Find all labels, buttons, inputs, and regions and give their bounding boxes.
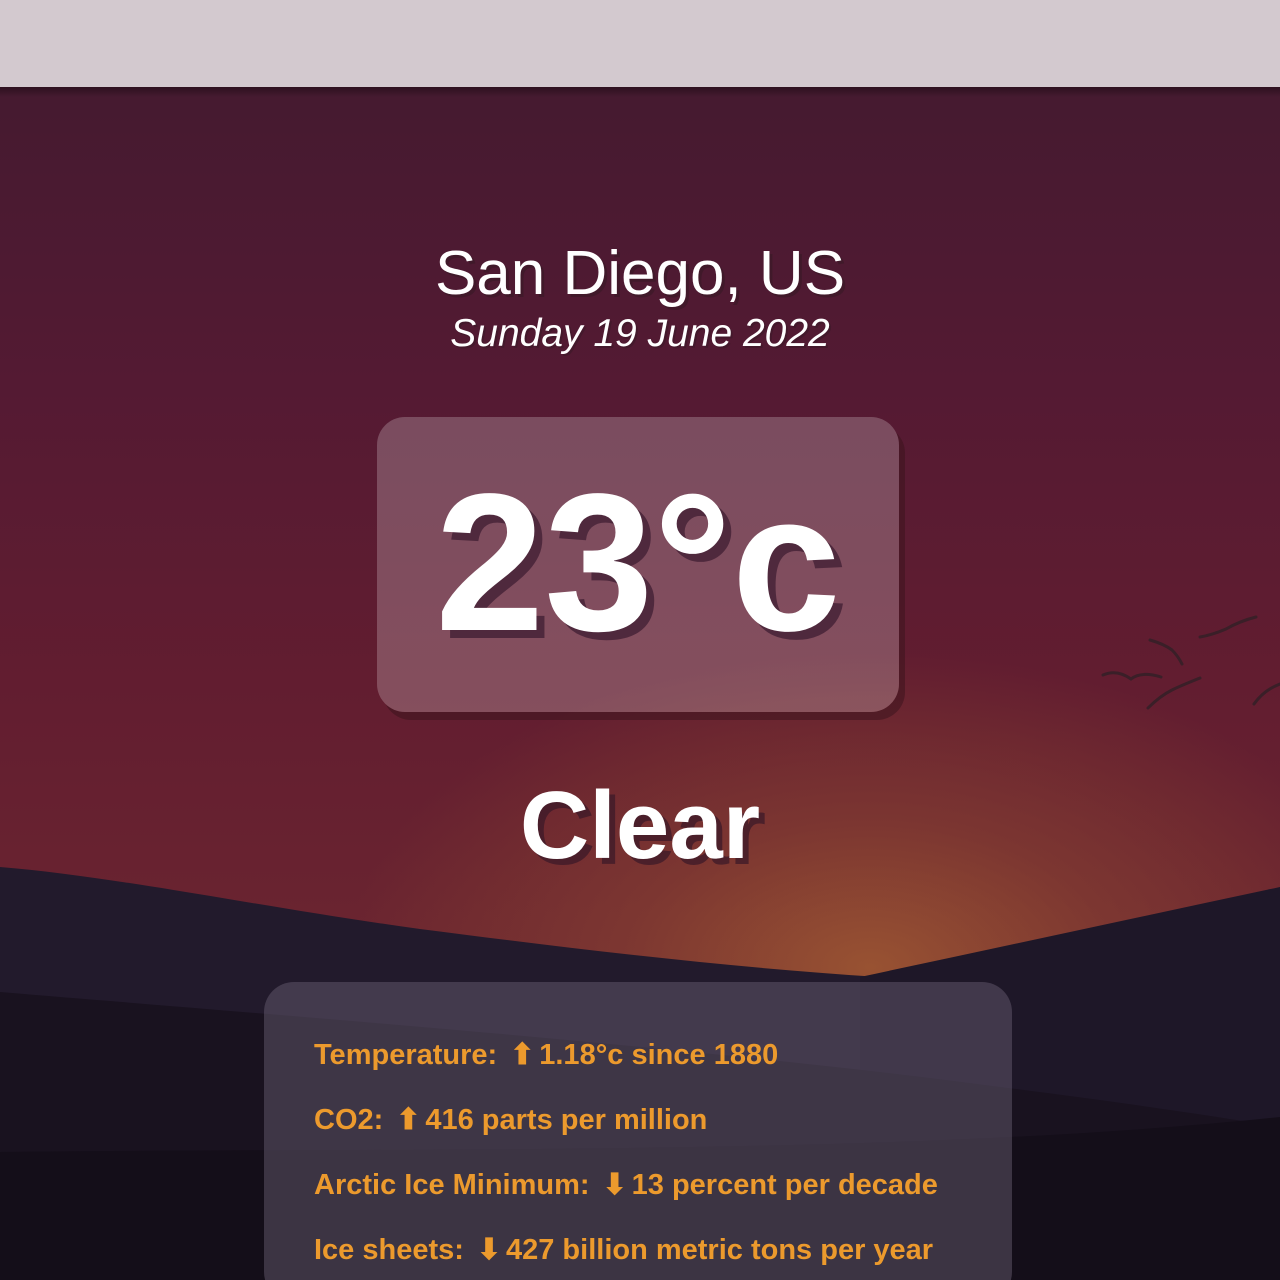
arrow-up-icon: ⬆ bbox=[510, 1039, 535, 1071]
stat-label: Arctic Ice Minimum: bbox=[314, 1169, 590, 1201]
current-date: Sunday 19 June 2022 bbox=[450, 312, 830, 355]
stat-temperature: Temperature: ⬆ 1.18°c since 1880 bbox=[314, 1038, 778, 1072]
stat-arctic-ice: Arctic Ice Minimum: ⬇ 13 percent per deca… bbox=[314, 1168, 938, 1202]
bird-1 bbox=[1101, 671, 1163, 681]
birds bbox=[1101, 615, 1280, 710]
stat-value: 416 parts per million bbox=[425, 1104, 708, 1136]
top-bar bbox=[0, 0, 1280, 87]
bird-3 bbox=[1148, 638, 1184, 666]
stat-label: CO2: bbox=[314, 1104, 384, 1136]
arrow-down-icon: ⬇ bbox=[602, 1169, 627, 1201]
stat-co2: CO2: ⬆ 416 parts per million bbox=[314, 1103, 707, 1137]
bird-5 bbox=[1252, 682, 1280, 706]
stat-value: 1.18°c since 1880 bbox=[539, 1039, 779, 1071]
stat-value: 13 percent per decade bbox=[631, 1169, 938, 1201]
stat-label: Temperature: bbox=[314, 1039, 498, 1071]
bird-2 bbox=[1146, 676, 1202, 710]
arrow-up-icon: ⬆ bbox=[396, 1104, 421, 1136]
city-name: San Diego, US bbox=[434, 239, 846, 308]
temperature-value: 23°c bbox=[435, 453, 841, 672]
stat-label: Ice sheets: bbox=[314, 1234, 464, 1266]
weather-app: San Diego, US Sunday 19 June 2022 23°c C… bbox=[0, 0, 1280, 1280]
bird-4 bbox=[1198, 615, 1258, 639]
arrow-down-icon: ⬇ bbox=[476, 1234, 502, 1266]
weather-condition: Clear bbox=[519, 772, 761, 879]
stat-ice-sheets: Ice sheets: ⬇ 427 billion metric tons per… bbox=[314, 1233, 933, 1267]
stat-value: 427 billion metric tons per year bbox=[505, 1234, 934, 1266]
